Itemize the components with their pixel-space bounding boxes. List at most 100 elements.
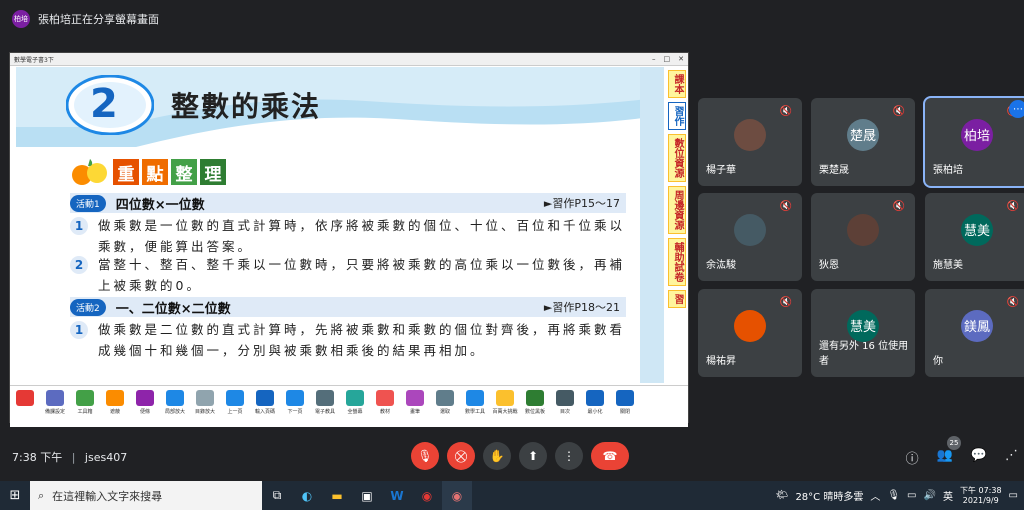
side-tabs: 課本 習作 數位資源 周邊資源 輔助試卷 習 <box>668 70 686 308</box>
participant-tile[interactable]: 🔇 狄恩 <box>811 193 915 281</box>
participant-tile[interactable]: 慧美 還有另外 16 位使用者 <box>811 289 915 377</box>
store-icon[interactable]: ▣ <box>352 481 382 510</box>
meeting-info: 7:38 下午 | jses407 <box>12 451 128 464</box>
notification-icon[interactable]: ▭ <box>1009 490 1018 501</box>
present-button[interactable]: ⬆ <box>519 442 547 470</box>
toolbar-button[interactable]: 備課設定 <box>40 390 70 415</box>
raise-hand-button[interactable]: ✋ <box>483 442 511 470</box>
fruit-icon <box>70 157 110 187</box>
avatar <box>734 118 766 151</box>
list-item: 1 做乘數是一位數的直式計算時，依序將被乘數的個位、十位、百位和千位乘以乘數，便… <box>70 215 626 257</box>
mic-icon: 🎙 <box>887 490 901 501</box>
weather-text[interactable]: 28°C 晴時多雲 <box>795 488 863 503</box>
participant-tile[interactable]: 慧美 🔇 施慧美 <box>925 193 1024 281</box>
chat-icon[interactable]: 💬 <box>971 448 987 467</box>
maximize-icon[interactable]: □ <box>664 55 671 63</box>
taskbar-search[interactable]: ⌕ 在這裡輸入文字來搜尋 <box>30 481 262 510</box>
tab-practice[interactable]: 習 <box>668 290 686 308</box>
toolbar-button[interactable]: 最小化 <box>580 390 610 415</box>
toolbar-button[interactable]: 工具箱 <box>70 390 100 415</box>
tab-digital-resources[interactable]: 數位資源 <box>668 134 686 182</box>
toolbar-button[interactable]: 數學工具 <box>460 390 490 415</box>
toolbar-button[interactable]: 電子教具 <box>310 390 340 415</box>
participant-tile[interactable]: 🔇 楊子華 <box>698 98 802 186</box>
participant-name: 狄恩 <box>819 260 839 271</box>
toolbar-button[interactable]: 局部放大 <box>160 390 190 415</box>
participant-tile[interactable]: 楚晟 🔇 栗楚晟 <box>811 98 915 186</box>
tool-icon <box>256 390 274 406</box>
camera-off-button[interactable]: ⛒ <box>447 442 475 470</box>
call-controls: 🎙 ⛒ ✋ ⬆ ⋮ ☎ <box>411 442 629 470</box>
ime-indicator[interactable]: 英 <box>943 488 953 503</box>
toolbar-button[interactable]: 全螢幕 <box>340 390 370 415</box>
toolbar-button[interactable]: 下一頁 <box>280 390 310 415</box>
leave-call-button[interactable]: ☎ <box>591 442 629 470</box>
tab-workbook[interactable]: 習作 <box>668 102 686 130</box>
key-char: 重 <box>113 159 139 185</box>
activity-name: 一、二位數×二位數 <box>115 301 231 317</box>
edge-icon[interactable]: ◐ <box>292 481 322 510</box>
presenter-avatar: 柏培 <box>12 10 30 28</box>
toolbar-button[interactable]: 輸入頁碼 <box>250 390 280 415</box>
chevron-up-icon[interactable]: ︿ <box>870 488 880 503</box>
close-icon[interactable]: ✕ <box>678 55 684 63</box>
toolbar-button[interactable]: 上一頁 <box>220 390 250 415</box>
toolbar-button[interactable]: 遮蔽 <box>100 390 130 415</box>
tool-label: 數學工具 <box>464 409 485 415</box>
activity-header: 活動1 四位數×一位數 ►習作P15～17 <box>70 193 626 213</box>
tool-icon <box>496 390 514 406</box>
activity-name: 四位數×一位數 <box>115 197 205 213</box>
toolbar-button[interactable]: 數位黑板 <box>520 390 550 415</box>
people-icon[interactable]: 👥 <box>937 448 953 467</box>
tool-label: 遮蔽 <box>109 409 120 415</box>
toolbar-button[interactable]: 目錄放大 <box>190 390 220 415</box>
participant-name: 楊子華 <box>706 165 736 176</box>
tile-options-icon[interactable]: ⋯ <box>1009 100 1024 118</box>
list-item: 1 做乘數是二位數的直式計算時，先將被乘數和乘數的個位對齊後，再將乘數看成幾個十… <box>70 319 626 361</box>
volume-icon[interactable]: 🔊 <box>923 490 935 501</box>
more-options-button[interactable]: ⋮ <box>555 442 583 470</box>
minimize-icon[interactable]: – <box>652 55 656 63</box>
item-number: 2 <box>70 256 88 274</box>
toolbar-button[interactable] <box>10 390 40 408</box>
taskbar-clock[interactable]: 下午 07:38 2021/9/9 <box>960 486 1002 506</box>
activity-badge: 活動2 <box>70 298 106 316</box>
participant-tile[interactable]: 鎂鳳 🔇 你 <box>925 289 1024 377</box>
tool-icon <box>526 390 544 406</box>
word-icon[interactable]: W <box>382 481 412 510</box>
info-icon[interactable]: ⓘ <box>906 448 919 467</box>
tab-peripheral-resources[interactable]: 周邊資源 <box>668 186 686 234</box>
toolbar-button[interactable]: 關閉 <box>610 390 640 415</box>
participant-tile[interactable]: 🔇 余汯駿 <box>698 193 802 281</box>
toolbar-button[interactable]: 畫筆 <box>400 390 430 415</box>
item-number: 1 <box>70 217 88 235</box>
ebook-page: 2 整數的乘法 重 點 整 理 活動1 四位數×一位數 ►習作P15～17 1 … <box>16 67 664 383</box>
meet-chrome-icon[interactable]: ◉ <box>442 481 472 510</box>
chrome-icon[interactable]: ◉ <box>412 481 442 510</box>
activities-icon[interactable]: ⋰ <box>1005 448 1018 467</box>
toolbar-button[interactable]: 目次 <box>550 390 580 415</box>
mic-muted-icon: 🔇 <box>1006 297 1019 308</box>
file-explorer-icon[interactable]: ▬ <box>322 481 352 510</box>
toolbar-button[interactable]: 百萬大挑戰 <box>490 390 520 415</box>
toolbar-button[interactable]: 教材 <box>370 390 400 415</box>
participant-name: 張柏培 <box>933 165 963 176</box>
participant-tile[interactable]: 柏培🔇⋯張柏培 <box>925 98 1024 186</box>
camera-off-icon: ⛒ <box>454 448 468 463</box>
toolbar-button[interactable]: 便條 <box>130 390 160 415</box>
windows-start-icon[interactable]: ⊞ <box>0 488 30 503</box>
tool-label: 全螢幕 <box>347 409 363 415</box>
ebook-toolbar: 備課設定 工具箱 遮蔽 便條 局部放大 目錄放大 上一頁 輸入頁碼 下一頁 電子教具 全螢幕 教材 畫筆… <box>10 385 688 427</box>
toolbar-button[interactable]: 選取 <box>430 390 460 415</box>
task-view-icon[interactable]: ⧉ <box>262 481 292 510</box>
network-icon[interactable]: ▭ <box>907 490 916 501</box>
avatar: 慧美 <box>961 213 993 246</box>
tool-label: 電子教具 <box>314 409 335 415</box>
tab-assist-tests[interactable]: 輔助試卷 <box>668 238 686 286</box>
chapter-title: 整數的乘法 <box>171 90 322 123</box>
presenting-text: 張柏培正在分享螢幕畫面 <box>38 13 159 26</box>
tab-textbook[interactable]: 課本 <box>668 70 686 98</box>
tool-icon <box>556 390 574 406</box>
participant-tile[interactable]: 🔇 楊祐昇 <box>698 289 802 377</box>
mic-off-button[interactable]: 🎙 <box>411 442 439 470</box>
